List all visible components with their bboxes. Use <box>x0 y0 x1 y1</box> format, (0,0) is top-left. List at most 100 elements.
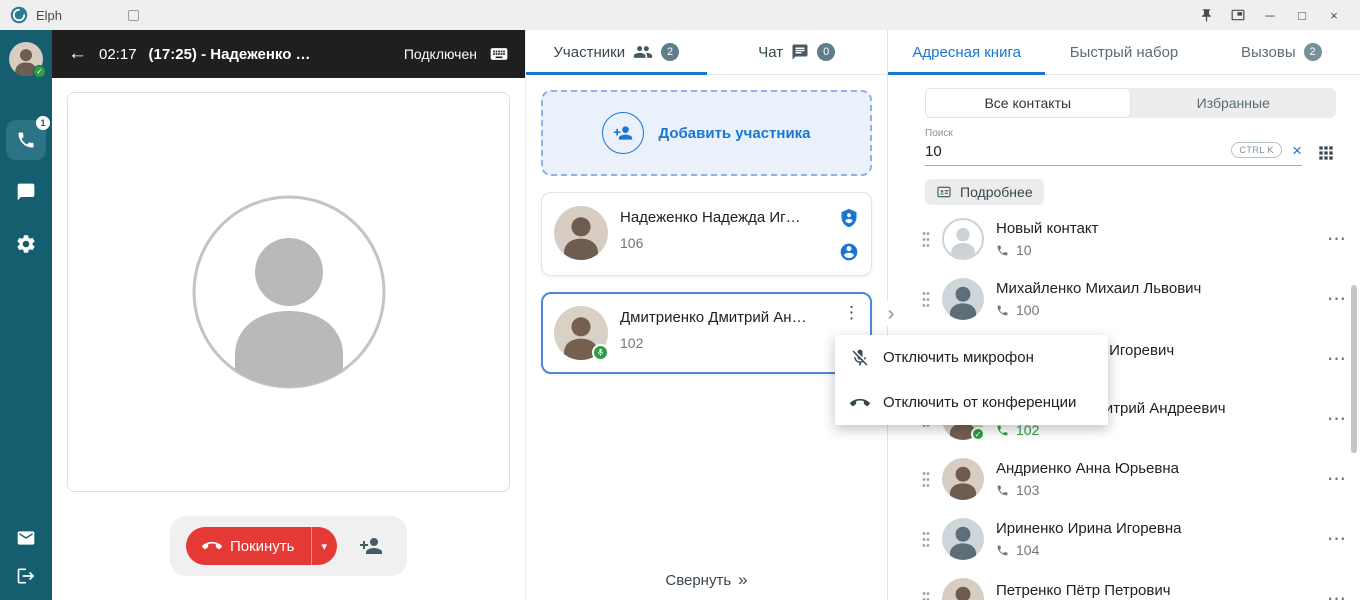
menu-item-disconnect[interactable]: Отключить от конференции <box>835 380 1108 425</box>
call-controls-bar: Покинуть ▾ <box>170 516 407 576</box>
contact-more-button[interactable]: ⋯ <box>1327 230 1346 249</box>
sidebar-item-logout[interactable] <box>16 566 36 586</box>
back-button[interactable]: ← <box>68 43 87 65</box>
chat-icon <box>791 43 809 61</box>
video-placeholder-avatar <box>191 194 387 390</box>
participant-extension: 102 <box>620 335 859 351</box>
search-clear-button[interactable]: × <box>1292 142 1302 159</box>
sidebar-item-mail[interactable] <box>16 528 36 548</box>
phone-icon <box>996 304 1009 317</box>
contact-more-button[interactable]: ⋯ <box>1327 350 1346 369</box>
contact-more-button[interactable]: ⋯ <box>1327 590 1346 600</box>
participant-avatar <box>554 206 608 262</box>
drag-handle[interactable] <box>922 531 930 548</box>
collapse-panel-button[interactable]: Свернуть » <box>526 560 887 600</box>
menu-item-mute-microphone[interactable]: Отключить микрофон <box>835 335 1108 380</box>
contact-avatar <box>942 458 984 500</box>
mail-icon <box>16 528 36 548</box>
participant-card[interactable]: Надеженко Надежда Иг… 106 <box>541 192 872 276</box>
collapse-label: Свернуть <box>665 572 731 589</box>
user-avatar[interactable]: ✓ <box>9 42 43 76</box>
call-title: (17:25) - Надеженко … <box>149 46 311 63</box>
drag-handle[interactable] <box>922 591 930 600</box>
participant-role-icons <box>839 206 859 262</box>
participant-name: Дмитриенко Дмитрий Ан… <box>620 309 859 326</box>
contact-number-line: 100 <box>996 302 1315 318</box>
contact-more-button[interactable]: ⋯ <box>1327 470 1346 489</box>
dialpad-button[interactable] <box>1316 143 1336 166</box>
tab-address-book[interactable]: Адресная книга <box>888 30 1045 74</box>
contact-number-line: 104 <box>996 542 1315 558</box>
contact-more-button[interactable]: ⋯ <box>1327 290 1346 309</box>
contact-card-icon <box>936 184 952 200</box>
add-participant-button-secondary[interactable] <box>351 534 391 558</box>
tab-quick-dial[interactable]: Быстрый набор <box>1045 30 1202 74</box>
contact-avatar <box>942 218 984 260</box>
logout-icon <box>16 566 36 586</box>
contact-row[interactable]: Михайленко Михаил Львович 100 ⋯ <box>888 269 1360 329</box>
sidebar-item-calls[interactable]: 1 <box>6 120 46 160</box>
app-title: Elph <box>36 8 62 23</box>
contact-name: Андриенко Анна Юрьевна <box>996 460 1315 477</box>
sidebar: ✓ 1 <box>0 30 52 600</box>
drag-handle[interactable] <box>922 231 930 248</box>
keyboard-icon <box>489 44 509 64</box>
address-book-panel: Адресная книга Быстрый набор Вызовы 2 Вс… <box>888 30 1360 600</box>
contact-name: Петренко Пётр Петрович <box>996 582 1315 599</box>
contact-more-button[interactable]: ⋯ <box>1327 410 1346 429</box>
maximize-button[interactable]: □ <box>1286 0 1318 30</box>
tab-chat[interactable]: Чат 0 <box>707 30 888 74</box>
contact-avatar <box>942 518 984 560</box>
sidebar-item-settings[interactable] <box>6 224 46 264</box>
contact-more-button[interactable]: ⋯ <box>1327 530 1346 549</box>
filter-favorites[interactable]: Избранные <box>1131 88 1337 118</box>
tab-address-book-label: Адресная книга <box>912 44 1021 61</box>
double-chevron-right-icon: » <box>738 570 747 590</box>
window-icon <box>128 10 139 21</box>
shield-person-icon <box>839 208 859 228</box>
mic-icon <box>596 348 605 357</box>
pin-button[interactable] <box>1190 0 1222 30</box>
mic-on-badge <box>592 344 609 361</box>
minimize-button[interactable]: ─ <box>1254 0 1286 30</box>
app-logo-icon <box>10 6 28 24</box>
contact-info: Петренко Пётр Петрович <box>996 582 1315 600</box>
contact-row[interactable]: Новый контакт 10 ⋯ <box>888 209 1360 269</box>
keyboard-button[interactable] <box>489 44 509 64</box>
participant-more-button[interactable]: ⋮ <box>843 304 860 321</box>
close-button[interactable]: × <box>1318 0 1350 30</box>
filter-all-contacts[interactable]: Все контакты <box>925 88 1131 118</box>
contact-row[interactable]: Ириненко Ирина Игоревна 104 ⋯ <box>888 509 1360 569</box>
leave-call-button[interactable]: Покинуть <box>186 527 311 565</box>
search-input[interactable]: Поиск 10 CTRL K × <box>925 128 1302 166</box>
scrollbar[interactable] <box>1351 285 1357 453</box>
participant-avatar <box>554 306 608 360</box>
call-body <box>52 78 525 492</box>
tab-calls[interactable]: Вызовы 2 <box>1203 30 1360 74</box>
sidebar-item-chats[interactable] <box>6 172 46 212</box>
details-row: Подробнее <box>925 179 1336 205</box>
drag-handle[interactable] <box>922 291 930 308</box>
participant-card-selected[interactable]: Дмитриенко Дмитрий Ан… 102 ⋮ <box>541 292 872 374</box>
panel-collapse-handle[interactable]: › <box>882 302 900 326</box>
phone-icon <box>996 484 1009 497</box>
contact-number: 103 <box>1016 482 1039 498</box>
contact-avatar <box>942 278 984 320</box>
contact-row[interactable]: Андриенко Анна Юрьевна 103 ⋯ <box>888 449 1360 509</box>
address-book-tabs: Адресная книга Быстрый набор Вызовы 2 <box>888 30 1360 75</box>
drag-handle[interactable] <box>922 471 930 488</box>
details-button[interactable]: Подробнее <box>925 179 1044 205</box>
phone-icon <box>996 424 1009 437</box>
call-status: Подключен <box>404 46 477 62</box>
contact-number: 100 <box>1016 302 1039 318</box>
picture-in-picture-button[interactable] <box>1222 0 1254 30</box>
contact-row[interactable]: Петренко Пётр Петрович ⋯ <box>888 569 1360 600</box>
add-participant-button[interactable]: Добавить участника <box>541 90 872 176</box>
leave-options-button[interactable]: ▾ <box>312 527 338 565</box>
participant-name: Надеженко Надежда Иг… <box>620 209 827 226</box>
add-participant-circle <box>602 112 644 154</box>
tab-participants[interactable]: Участники 2 <box>526 30 707 74</box>
leave-call-split-button: Покинуть ▾ <box>186 527 337 565</box>
contact-info: Новый контакт 10 <box>996 220 1315 258</box>
participant-info: Надеженко Надежда Иг… 106 <box>620 206 827 262</box>
